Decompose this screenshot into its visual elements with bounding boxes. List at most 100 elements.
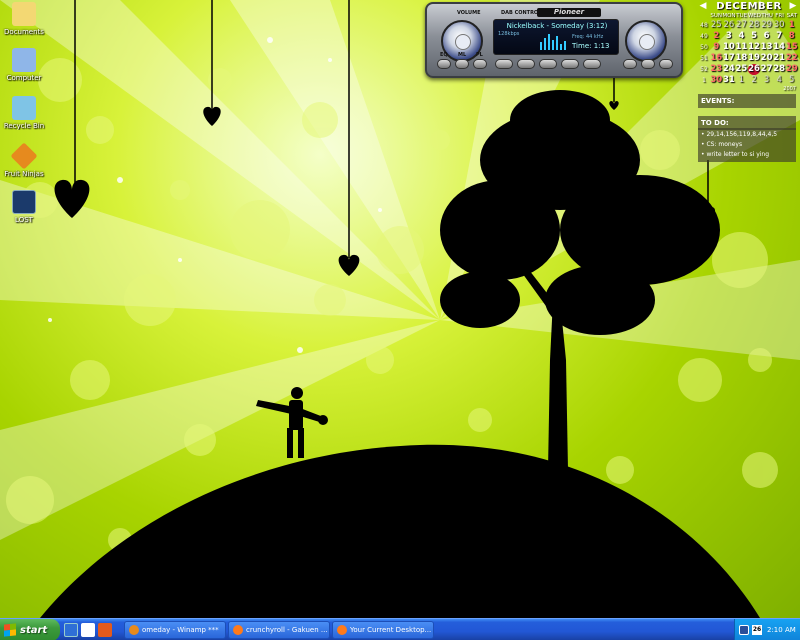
stereo-display: Nickelback - Someday (3:12) 128kbps Freq…	[493, 19, 619, 55]
next-button[interactable]	[583, 59, 601, 69]
calendar-day[interactable]: 16	[710, 53, 723, 64]
calendar-day[interactable]: 1	[735, 75, 748, 86]
calendar-week-row: 9 10 11 12 13 14 15	[710, 42, 798, 53]
start-button[interactable]: start	[0, 619, 60, 640]
calendar-day[interactable]: 4	[773, 75, 786, 86]
tray-date-icon[interactable]: 26	[752, 625, 762, 635]
task-winamp[interactable]: omeday - Winamp ***	[124, 621, 226, 639]
folder-icon	[12, 2, 36, 26]
calendar-day[interactable]: 4	[735, 31, 748, 42]
weekday-label: TUE	[736, 13, 748, 19]
pause-button[interactable]	[539, 59, 557, 69]
calendar-day[interactable]: 23	[710, 64, 723, 75]
hill-silhouette	[40, 444, 760, 618]
calendar-day[interactable]: 2	[748, 75, 761, 86]
winamp-stereo-player[interactable]: VOLUME DAB CONTROL Pioneer Nickelback - …	[425, 2, 683, 78]
calendar-day[interactable]: 22	[785, 53, 798, 64]
calendar-day[interactable]: 26	[747, 64, 761, 75]
calendar-day[interactable]: 20	[760, 53, 773, 64]
system-tray: 26 2:10 AM	[734, 619, 800, 640]
calendar-day[interactable]: 13	[760, 42, 773, 53]
spectrum-bar	[548, 34, 550, 50]
task-label: omeday - Winamp ***	[142, 626, 219, 634]
tray-app-icon[interactable]	[739, 625, 749, 635]
calendar-day[interactable]: 25	[735, 64, 748, 75]
shuffle-button[interactable]	[623, 59, 637, 69]
calendar-week-row: 23 24 25 26 27 28 29	[710, 64, 798, 75]
calendar-day[interactable]: 17	[723, 53, 736, 64]
task-crunchyroll[interactable]: crunchyroll - Gakuen ...	[228, 621, 330, 639]
prev-month-arrow-icon[interactable]: ◀	[698, 1, 708, 11]
desktop-icon-computer[interactable]: Computer	[2, 48, 46, 82]
desktop-icon-recycle-bin[interactable]: Recycle Bin	[2, 96, 46, 130]
calendar-day[interactable]: 28	[748, 20, 761, 31]
calendar-year: 2007	[783, 86, 796, 92]
quick-launch	[64, 623, 112, 637]
calendar-day[interactable]: 5	[748, 31, 761, 42]
ml-label: ML	[458, 52, 467, 58]
brand-logo: Pioneer	[537, 8, 601, 17]
track-title: Nickelback - Someday (3:12)	[506, 22, 608, 30]
stop-button[interactable]	[561, 59, 579, 69]
task-label: Your Current Desktop...	[350, 626, 432, 634]
calendar-day[interactable]: 8	[785, 31, 798, 42]
calendar-day[interactable]: 18	[735, 53, 748, 64]
calendar-day[interactable]: 5	[785, 75, 798, 86]
spectrum-bar	[552, 40, 554, 50]
calendar-day[interactable]: 21	[773, 53, 786, 64]
calendar-day[interactable]: 26	[723, 20, 736, 31]
calendar-day[interactable]: 3	[723, 31, 736, 42]
calendar-day[interactable]: 10	[723, 42, 736, 53]
pl-button[interactable]	[473, 59, 487, 69]
eject-button[interactable]	[659, 59, 673, 69]
clock[interactable]: 2:10 AM	[767, 626, 796, 634]
calendar-day[interactable]: 25	[710, 20, 723, 31]
realplayer-icon	[12, 190, 36, 214]
todo-item[interactable]: 29,14,156,119,8,44,4,5	[701, 130, 793, 140]
calendar-day[interactable]: 6	[760, 31, 773, 42]
task-desktop-thread[interactable]: Your Current Desktop...	[332, 621, 434, 639]
eq-button[interactable]	[437, 59, 451, 69]
calendar-day[interactable]: 28	[773, 64, 786, 75]
calendar-day[interactable]: 27	[735, 20, 748, 31]
calendar-day[interactable]: 2	[710, 31, 723, 42]
calendar-day[interactable]: 19	[748, 53, 761, 64]
play-button[interactable]	[517, 59, 535, 69]
calendar-day[interactable]: 24	[723, 64, 736, 75]
desktop-icon-lost[interactable]: LOST	[2, 190, 46, 224]
week-number: 49	[700, 33, 708, 40]
calendar-day[interactable]: 29	[760, 20, 773, 31]
quick-launch-app-icon[interactable]	[81, 623, 95, 637]
calendar-day[interactable]: 27	[760, 64, 773, 75]
todo-item[interactable]: write letter to si ying	[701, 150, 793, 160]
desktop-icon-label: Recycle Bin	[3, 122, 45, 130]
calendar-day[interactable]: 9	[710, 42, 723, 53]
todo-item[interactable]: CS: moneys	[701, 140, 793, 150]
prev-button[interactable]	[495, 59, 513, 69]
todo-list: 29,14,156,119,8,44,4,5 CS: moneys write …	[698, 128, 796, 162]
ml-button[interactable]	[455, 59, 469, 69]
calendar-day[interactable]: 29	[785, 64, 798, 75]
calendar-day[interactable]: 14	[773, 42, 786, 53]
calendar-day[interactable]: 15	[785, 42, 798, 53]
firefox-icon[interactable]	[98, 623, 112, 637]
task-label: crunchyroll - Gakuen ...	[246, 626, 328, 634]
calendar-day[interactable]: 31	[723, 75, 736, 86]
calendar-day[interactable]: 1	[785, 20, 798, 31]
week-number: 1	[702, 77, 706, 84]
next-month-arrow-icon[interactable]: ▶	[788, 1, 798, 11]
repeat-button[interactable]	[641, 59, 655, 69]
calendar-day[interactable]: 7	[773, 31, 786, 42]
desktop-icon-documents[interactable]: Documents	[2, 2, 46, 36]
calendar-day[interactable]: 12	[748, 42, 761, 53]
events-header: EVENTS:	[698, 94, 796, 108]
calendar-day[interactable]: 30	[773, 20, 786, 31]
computer-icon	[12, 48, 36, 72]
calendar-day[interactable]: 11	[735, 42, 748, 53]
desktop-icon-fruit-ninjas[interactable]: Fruit Ninjas	[2, 142, 46, 178]
seek-knob[interactable]	[625, 20, 667, 62]
calendar-day[interactable]: 30	[710, 75, 723, 86]
show-desktop-icon[interactable]	[64, 623, 78, 637]
dab-label: DAB CONTROL	[501, 10, 542, 16]
calendar-day[interactable]: 3	[760, 75, 773, 86]
